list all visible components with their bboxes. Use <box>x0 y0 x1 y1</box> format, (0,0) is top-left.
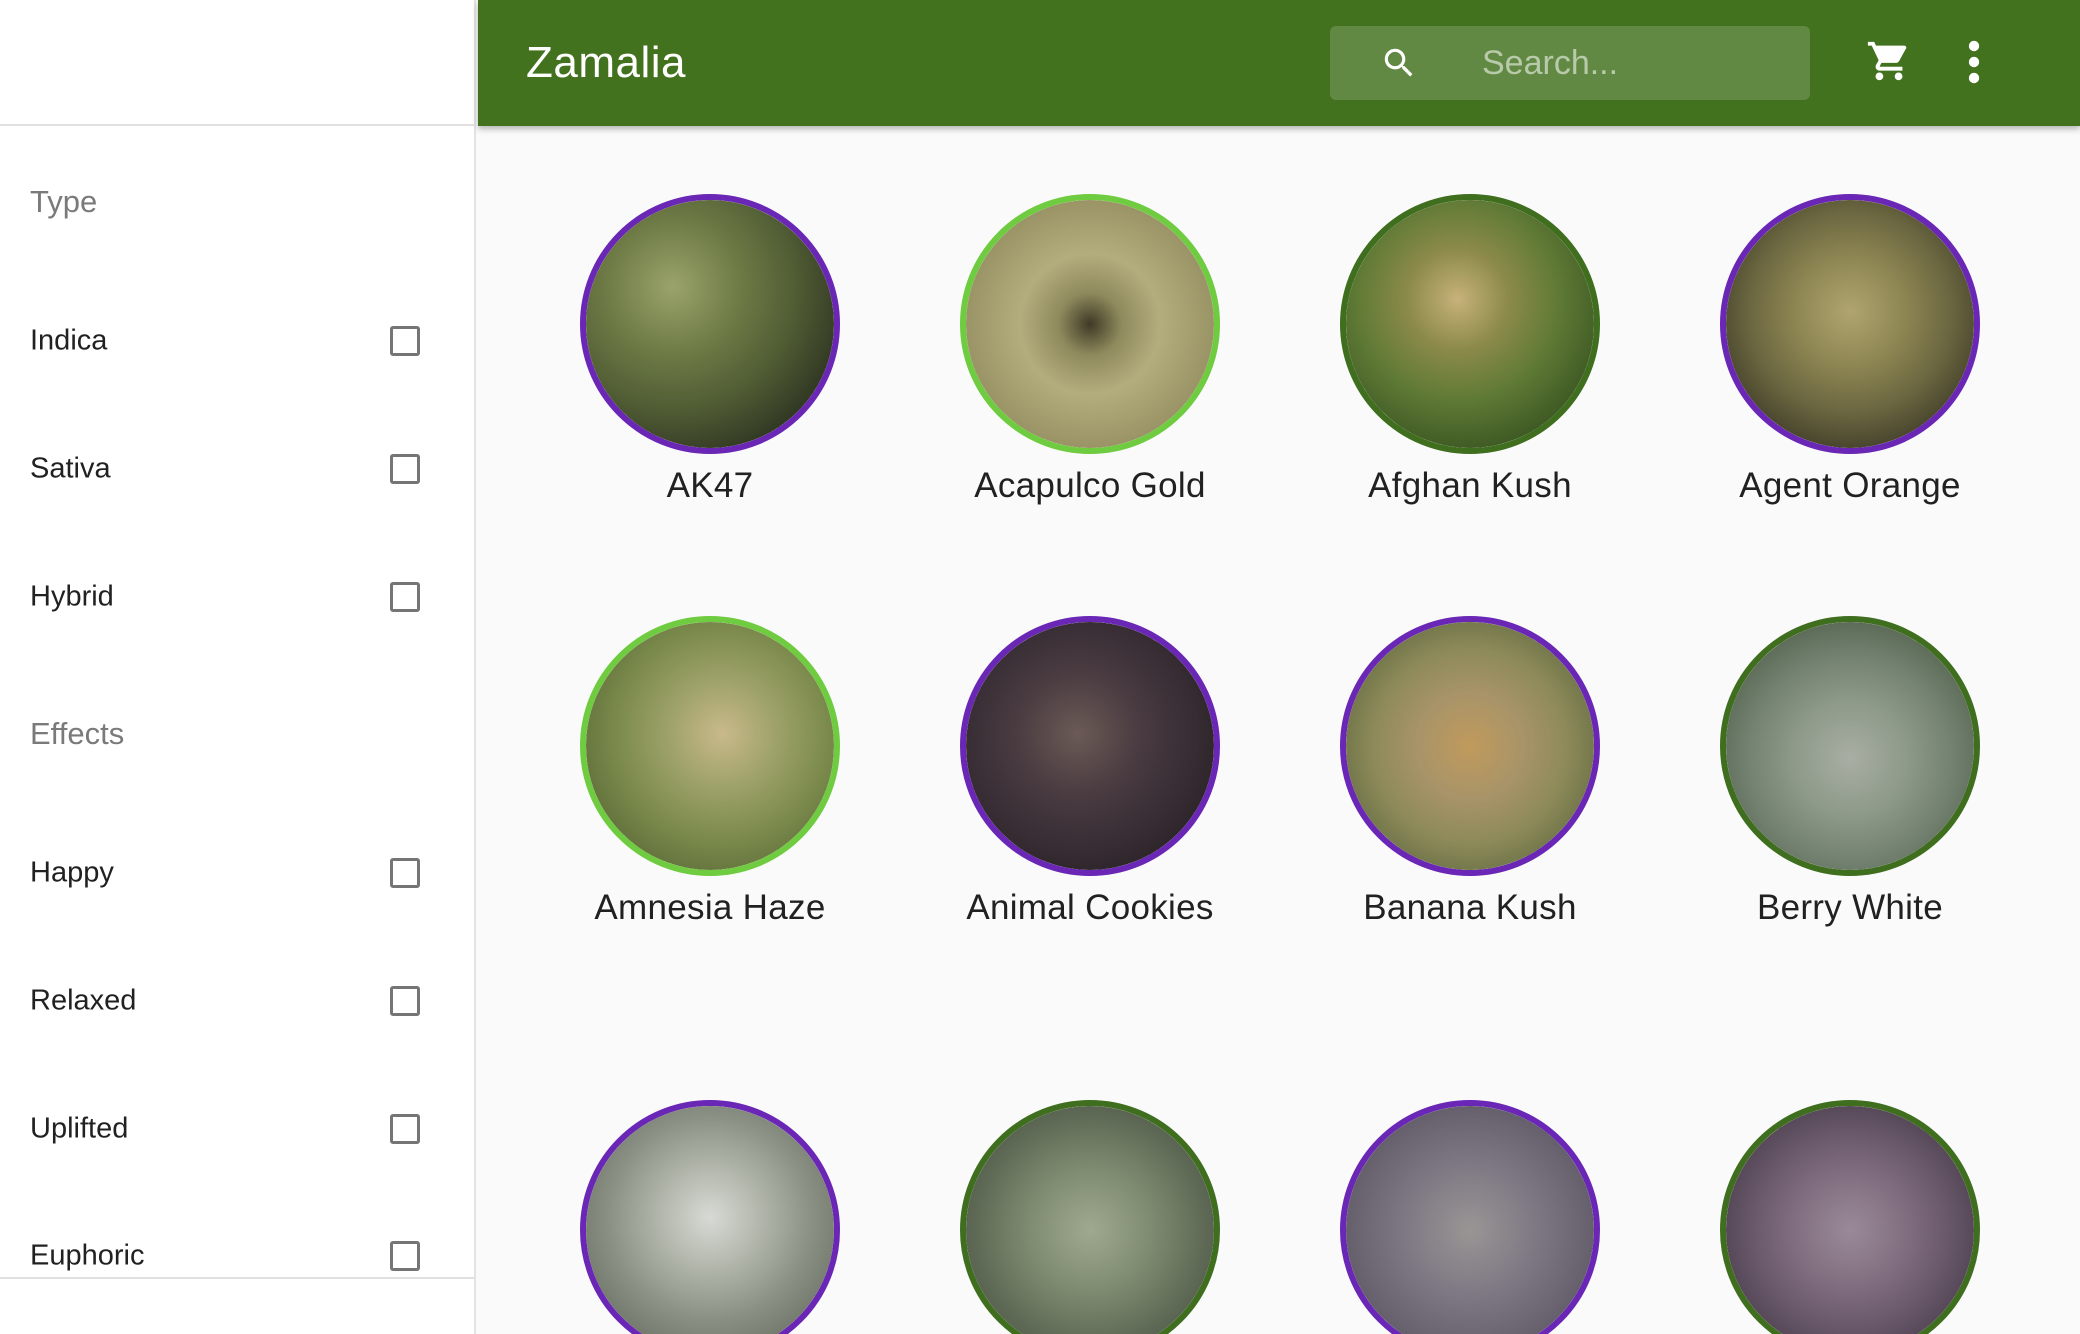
sativa-checkbox[interactable] <box>390 454 420 484</box>
cart-icon[interactable] <box>1866 38 1912 84</box>
euphoric-checkbox[interactable] <box>390 1241 420 1271</box>
strain-image[interactable] <box>1340 1100 1600 1334</box>
filter-sidebar: Type Indica Sativa Hybrid Effects Happy … <box>0 0 476 1334</box>
strain-image[interactable] <box>580 616 840 876</box>
strain-name[interactable]: Afghan Kush <box>1280 466 1660 506</box>
strain-image[interactable] <box>1720 194 1980 454</box>
filter-label: Hybrid <box>30 580 114 613</box>
strain-card-banana-kush[interactable]: Banana Kush <box>1280 616 1660 928</box>
filter-row-uplifted[interactable]: Uplifted <box>30 1099 420 1159</box>
strain-card[interactable] <box>1660 1100 2040 1334</box>
filter-row-relaxed[interactable]: Relaxed <box>30 971 420 1031</box>
effects-section-title: Effects <box>30 716 125 751</box>
strain-name[interactable]: Amnesia Haze <box>520 888 900 928</box>
filter-label: Sativa <box>30 452 111 485</box>
strain-image[interactable] <box>960 194 1220 454</box>
strain-name[interactable]: Animal Cookies <box>900 888 1280 928</box>
filter-label: Relaxed <box>30 984 137 1017</box>
happy-checkbox[interactable] <box>390 858 420 888</box>
strain-card-amnesia-haze[interactable]: Amnesia Haze <box>520 616 900 928</box>
strain-card-animal-cookies[interactable]: Animal Cookies <box>900 616 1280 928</box>
strain-image[interactable] <box>1720 1100 1980 1334</box>
strain-image[interactable] <box>960 1100 1220 1334</box>
strain-name[interactable]: Berry White <box>1660 888 2040 928</box>
filter-label: Happy <box>30 856 114 889</box>
app-bar: Zamalia <box>478 0 2080 126</box>
strain-image[interactable] <box>580 1100 840 1334</box>
strain-grid: AK47 Acapulco Gold Afghan Kush Agent Ora… <box>478 126 2080 1334</box>
search-icon[interactable] <box>1380 44 1418 82</box>
search-box[interactable] <box>1330 26 1812 100</box>
filter-label: Euphoric <box>30 1239 145 1272</box>
type-section-title: Type <box>30 184 98 219</box>
strain-image[interactable] <box>1340 616 1600 876</box>
strain-name[interactable]: Banana Kush <box>1280 888 1660 928</box>
filter-row-indica[interactable]: Indica <box>30 311 420 371</box>
strain-card-agent-orange[interactable]: Agent Orange <box>1660 194 2040 506</box>
strain-card-acapulco-gold[interactable]: Acapulco Gold <box>900 194 1280 506</box>
strain-name[interactable]: AK47 <box>520 466 900 506</box>
app-root: Type Indica Sativa Hybrid Effects Happy … <box>0 0 2080 1334</box>
uplifted-checkbox[interactable] <box>390 1114 420 1144</box>
strain-image[interactable] <box>960 616 1220 876</box>
hybrid-checkbox[interactable] <box>390 582 420 612</box>
app-title: Zamalia <box>526 38 686 87</box>
strain-name[interactable]: Agent Orange <box>1660 466 2040 506</box>
strain-name[interactable]: Acapulco Gold <box>900 466 1280 506</box>
filter-row-happy[interactable]: Happy <box>30 843 420 903</box>
strain-card[interactable] <box>900 1100 1280 1334</box>
filter-label: Uplifted <box>30 1112 129 1145</box>
search-input[interactable] <box>1460 26 1812 100</box>
more-vert-icon[interactable] <box>1968 40 1980 84</box>
strain-image[interactable] <box>1720 616 1980 876</box>
strain-image[interactable] <box>580 194 840 454</box>
strain-image[interactable] <box>1340 194 1600 454</box>
filter-row-sativa[interactable]: Sativa <box>30 439 420 499</box>
strain-card[interactable] <box>520 1100 900 1334</box>
indica-checkbox[interactable] <box>390 326 420 356</box>
strain-card-afghan-kush[interactable]: Afghan Kush <box>1280 194 1660 506</box>
filter-label: Indica <box>30 324 108 357</box>
sidebar-header <box>0 0 474 126</box>
relaxed-checkbox[interactable] <box>390 986 420 1016</box>
filter-row-hybrid[interactable]: Hybrid <box>30 567 420 627</box>
strain-card-berry-white[interactable]: Berry White <box>1660 616 2040 928</box>
sidebar-divider <box>0 1277 474 1279</box>
strain-card-ak47[interactable]: AK47 <box>520 194 900 506</box>
strain-card[interactable] <box>1280 1100 1660 1334</box>
